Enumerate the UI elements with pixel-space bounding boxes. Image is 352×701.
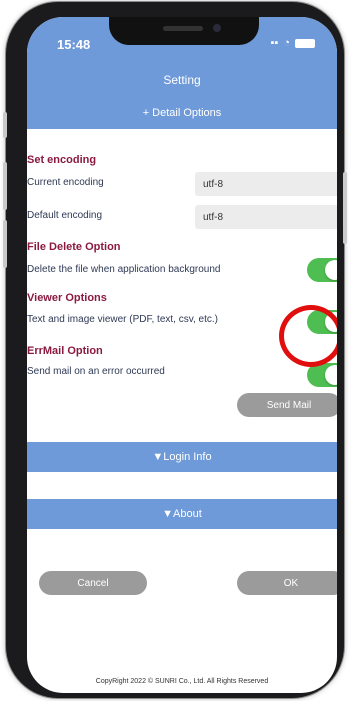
volume-down-button [3, 220, 7, 268]
status-icons: ▪▪ ◔ [271, 37, 315, 49]
file-delete-heading: File Delete Option [27, 241, 121, 253]
battery-icon [295, 38, 315, 48]
power-button [343, 172, 347, 244]
wifi-icon: ◔ [283, 37, 290, 49]
copyright-footer: CopyRight 2022 © SUNRI Co., Ltd. All Rig… [95, 678, 269, 685]
default-encoding-label: Default encoding [27, 210, 103, 221]
cancel-button[interactable]: Cancel [39, 571, 147, 595]
send-mail-button[interactable]: Send Mail [237, 393, 337, 417]
login-info-toggle[interactable]: ▼Login Info [27, 442, 337, 472]
default-encoding-field[interactable]: utf-8 [195, 205, 337, 229]
highlight-circle [279, 305, 337, 367]
cellular-icon: ▪▪ [270, 37, 279, 49]
detail-options-toggle[interactable]: + Detail Options [27, 97, 337, 129]
mute-switch [3, 112, 7, 138]
volume-up-button [3, 162, 7, 210]
errmail-label: Send mail on an error occurred [27, 366, 165, 377]
viewer-heading: Viewer Options [27, 292, 107, 304]
app-screen: 15:48 ▪▪ ◔ Setting + Detail Options Set … [27, 17, 337, 693]
encoding-heading: Set encoding [27, 154, 97, 166]
file-delete-toggle[interactable] [307, 258, 337, 282]
phone-frame: 15:48 ▪▪ ◔ Setting + Detail Options Set … [3, 2, 347, 698]
notch [109, 17, 259, 45]
navigation-bar: 15:48 ▪▪ ◔ Setting [27, 17, 337, 103]
about-toggle[interactable]: ▼About [27, 499, 337, 529]
toggle-knob [325, 260, 337, 280]
status-time: 15:48 [57, 37, 91, 52]
page-title: Setting [163, 73, 201, 87]
viewer-label: Text and image viewer (PDF, text, csv, e… [27, 314, 218, 325]
toggle-knob [325, 365, 337, 385]
camera-icon [213, 24, 221, 32]
file-delete-label: Delete the file when application backgro… [27, 264, 221, 275]
speaker [163, 26, 203, 31]
errmail-heading: ErrMail Option [27, 345, 103, 357]
current-encoding-field[interactable]: utf-8 [195, 172, 337, 196]
current-encoding-label: Current encoding [27, 177, 104, 188]
ok-button[interactable]: OK [237, 571, 337, 595]
